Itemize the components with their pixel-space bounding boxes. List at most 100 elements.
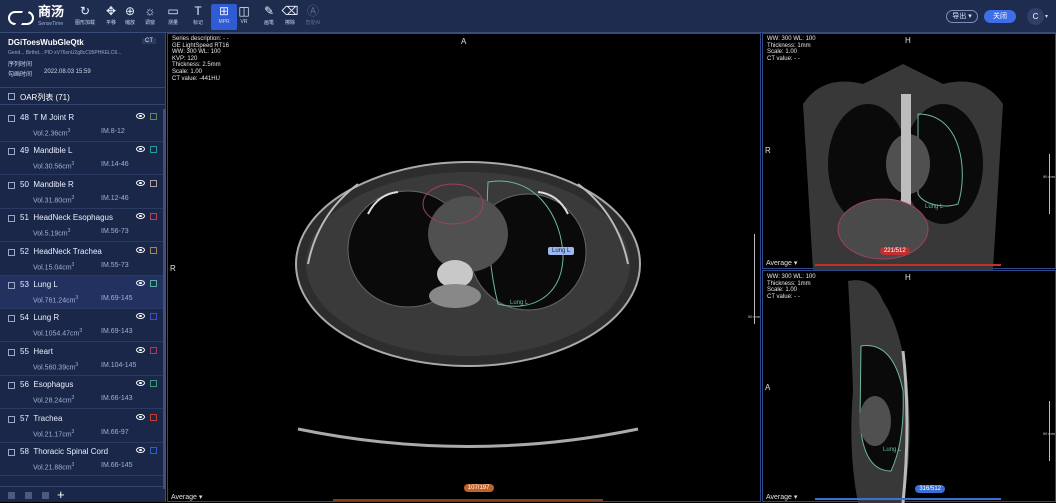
eye-icon[interactable] xyxy=(136,246,145,253)
oar-list-item[interactable]: 54 Lung R Vol.1054.47cm3 IM.69-143 xyxy=(0,309,166,343)
oar-color-swatch[interactable] xyxy=(150,113,157,120)
modality-badge: CT xyxy=(142,38,156,44)
oar-color-swatch[interactable] xyxy=(150,246,157,254)
slice-slider-track[interactable] xyxy=(333,499,603,501)
sagittal-viewport[interactable]: WW: 300 WL: 100 Thickness: 1mm Scale: 1.00… xyxy=(762,270,1056,503)
sagittal-ct-image xyxy=(848,280,910,503)
tool-annotate-button[interactable]: T 标记 xyxy=(185,4,211,30)
oar-list-item[interactable]: 55 Heart Vol.560.39cm3 IM.104-145 xyxy=(0,343,166,376)
chevron-down-icon[interactable]: ▾ xyxy=(1045,13,1048,20)
square-icon[interactable] xyxy=(8,492,15,499)
coronal-viewport[interactable]: WW: 300 WL: 100 Thickness: 1mm Scale: 1.00… xyxy=(762,33,1056,270)
eye-icon[interactable] xyxy=(136,413,145,420)
oar-color-swatch[interactable] xyxy=(150,447,157,454)
oar-checkbox[interactable] xyxy=(8,282,15,289)
volume-unit-sup: 3 xyxy=(71,395,75,402)
square-icon[interactable] xyxy=(25,492,32,499)
volume-unit-sup: 3 xyxy=(71,161,75,168)
average-dropdown[interactable]: Average ▾ xyxy=(171,493,202,501)
close-button[interactable]: 关闭 xyxy=(984,10,1016,23)
oar-checkbox[interactable] xyxy=(8,382,15,390)
average-dropdown[interactable]: Average ▾ xyxy=(766,259,797,267)
volume-unit-sup: 3 xyxy=(71,428,75,435)
axial-viewport[interactable]: Series description: - - GE LightSpeed RT1… xyxy=(167,33,761,502)
tool-reset-button[interactable]: ↻ 图形加载 xyxy=(72,4,98,30)
eye-icon[interactable] xyxy=(136,346,145,353)
slice-indicator[interactable]: 107/197 xyxy=(463,484,494,492)
slice-slider-track[interactable] xyxy=(815,264,1001,266)
oar-name: 52 HeadNeck Trachea xyxy=(20,247,102,256)
oar-image-range: IM.56-73 xyxy=(101,228,129,236)
oar-index: 49 xyxy=(20,146,29,156)
oar-color-swatch[interactable] xyxy=(150,413,157,421)
oar-checkbox[interactable] xyxy=(8,348,15,356)
oar-checkbox[interactable] xyxy=(8,415,15,423)
oar-checkbox[interactable] xyxy=(8,115,15,122)
tool-label: 图形加载 xyxy=(74,20,95,26)
oar-list-item[interactable]: 50 Mandible R Vol.31.80cm3 IM.12-46 xyxy=(0,176,166,209)
draw-time-value: 2022.08.03 15:59 xyxy=(44,69,91,75)
contour-label: Lung L xyxy=(883,447,902,453)
oar-volume: Vol.31.80cm3 xyxy=(33,195,74,204)
oar-list-item[interactable]: 56 Esophagus Vol.28.24cm3 IM.66-143 xyxy=(0,376,166,410)
oar-image-range: IM.12-46 xyxy=(101,194,129,202)
oar-name: 51 HeadNeck Esophagus xyxy=(20,213,113,222)
oar-checkbox[interactable] xyxy=(8,181,15,189)
oar-checkbox[interactable] xyxy=(8,449,15,456)
eye-icon[interactable] xyxy=(136,146,145,153)
add-oar-button[interactable]: + xyxy=(57,487,65,502)
tool-ai-button[interactable]: Ⓐ 智能AI xyxy=(300,4,326,30)
oar-list-item[interactable]: 49 Mandible L Vol.30.56cm3 IM.14-46 xyxy=(0,142,166,176)
oar-list-item[interactable]: 58 Thoracic Spinal Cord Vol.21.88cm3 IM.66… xyxy=(0,443,166,476)
export-button[interactable]: 导出 ▾ xyxy=(946,10,978,23)
oar-list-item[interactable]: 48 T M Joint R Vol.2.36cm3 IM.8-12 xyxy=(0,109,166,142)
square-icon[interactable] xyxy=(42,492,49,499)
coronal-ct-image xyxy=(803,64,1003,270)
eye-icon[interactable] xyxy=(136,313,145,320)
eye-icon[interactable] xyxy=(136,447,145,453)
oar-label: Mandible R xyxy=(33,179,74,189)
oar-list-item[interactable]: 51 HeadNeck Esophagus Vol.5.19cm3 IM.56-73 xyxy=(0,209,166,243)
oar-color-swatch[interactable] xyxy=(150,380,157,388)
oar-volume-value: Vol.21.17cm xyxy=(33,430,72,438)
oar-list-item[interactable]: 53 Lung L Vol.761.24cm3 IM.69-145 xyxy=(0,276,166,309)
oar-scrollbar[interactable] xyxy=(163,109,166,489)
oar-checkbox[interactable] xyxy=(8,148,15,156)
scale-bar xyxy=(754,234,755,324)
eye-icon[interactable] xyxy=(136,113,145,119)
average-dropdown[interactable]: Average ▾ xyxy=(766,493,797,501)
tool-label: 擦除 xyxy=(284,20,295,26)
oar-color-swatch[interactable] xyxy=(150,346,157,354)
eye-icon[interactable] xyxy=(136,380,145,387)
eye-icon[interactable] xyxy=(136,179,145,186)
oar-image-range: IM.66-145 xyxy=(101,462,133,469)
oar-color-swatch[interactable] xyxy=(150,213,157,221)
oar-index: 56 xyxy=(20,380,29,390)
slice-slider-track[interactable] xyxy=(815,498,1001,500)
oar-checkbox[interactable] xyxy=(8,248,15,256)
tool-measure-button[interactable]: ▭ 测量 xyxy=(160,4,186,30)
tool-vr-button[interactable]: ◫ VR xyxy=(231,4,257,30)
oar-volume: Vol.560.39cm3 xyxy=(33,362,78,371)
oar-checkbox[interactable] xyxy=(8,315,15,323)
slice-indicator[interactable]: 316/512 xyxy=(915,485,946,493)
tool-label: MPR xyxy=(218,19,230,25)
oar-color-swatch[interactable] xyxy=(150,146,157,154)
oar-color-swatch[interactable] xyxy=(150,313,157,321)
eye-icon[interactable] xyxy=(136,213,145,220)
slice-indicator[interactable]: 221/512 xyxy=(879,247,910,255)
eye-icon[interactable] xyxy=(136,280,145,286)
oar-list-item[interactable]: 52 HeadNeck Trachea Vol.15.04cm3 IM.55-73 xyxy=(0,243,166,276)
oar-color-swatch[interactable] xyxy=(150,179,157,187)
avatar[interactable]: C xyxy=(1027,8,1044,25)
oar-volume: Vol.30.56cm3 xyxy=(33,161,74,170)
oar-color-swatch[interactable] xyxy=(150,280,157,287)
volume-unit-sup: 3 xyxy=(75,361,79,368)
oar-list-item[interactable]: 57 Trachea Vol.21.17cm3 IM.66-97 xyxy=(0,410,166,443)
select-all-checkbox[interactable] xyxy=(8,93,15,100)
volume-unit-sup: 3 xyxy=(67,128,71,134)
oar-volume-value: Vol.560.39cm xyxy=(33,364,76,372)
oar-checkbox[interactable] xyxy=(8,215,15,223)
series-time-label: 序列时间 xyxy=(8,62,33,68)
oar-name: 58 Thoracic Spinal Cord xyxy=(20,447,108,456)
